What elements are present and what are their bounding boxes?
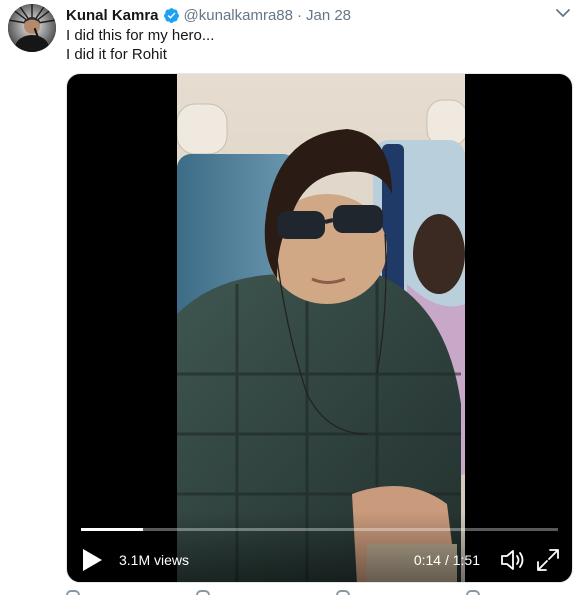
tweet-header: Kunal Kamra @kunalkamra88 · Jan 28 (66, 5, 351, 25)
reply-icon[interactable] (66, 590, 80, 595)
like-icon[interactable] (336, 590, 350, 595)
progress-bar[interactable] (81, 528, 558, 531)
display-name[interactable]: Kunal Kamra (66, 7, 159, 24)
separator-dot: · (296, 6, 302, 24)
video-frame[interactable] (177, 74, 465, 582)
share-icon[interactable] (466, 590, 480, 595)
chevron-down-icon[interactable] (556, 8, 570, 18)
video-controls (67, 512, 572, 582)
play-icon[interactable] (81, 548, 103, 572)
tweet-text-line: I did it for Rohit (66, 46, 167, 63)
volume-icon[interactable] (500, 548, 526, 572)
tweet-text: I did this for my hero... I did it for R… (66, 26, 214, 64)
verified-badge-icon (163, 7, 179, 23)
tweet-text-line: I did this for my hero... (66, 27, 215, 44)
fullscreen-icon[interactable] (536, 548, 560, 572)
progress-fill (81, 528, 143, 531)
timecode: 0:14 / 1:51 (413, 552, 480, 568)
tweet[interactable]: Kunal Kamra @kunalkamra88 · Jan 28 I did… (0, 0, 584, 595)
action-bar (66, 590, 573, 595)
video-player[interactable]: 3.1M views 0:14 / 1:51 (66, 73, 573, 583)
retweet-icon[interactable] (196, 590, 210, 595)
avatar[interactable] (8, 4, 56, 52)
tweet-date[interactable]: Jan 28 (306, 7, 351, 24)
handle[interactable]: @kunalkamra88 (184, 7, 293, 24)
view-count: 3.1M views (119, 552, 190, 568)
